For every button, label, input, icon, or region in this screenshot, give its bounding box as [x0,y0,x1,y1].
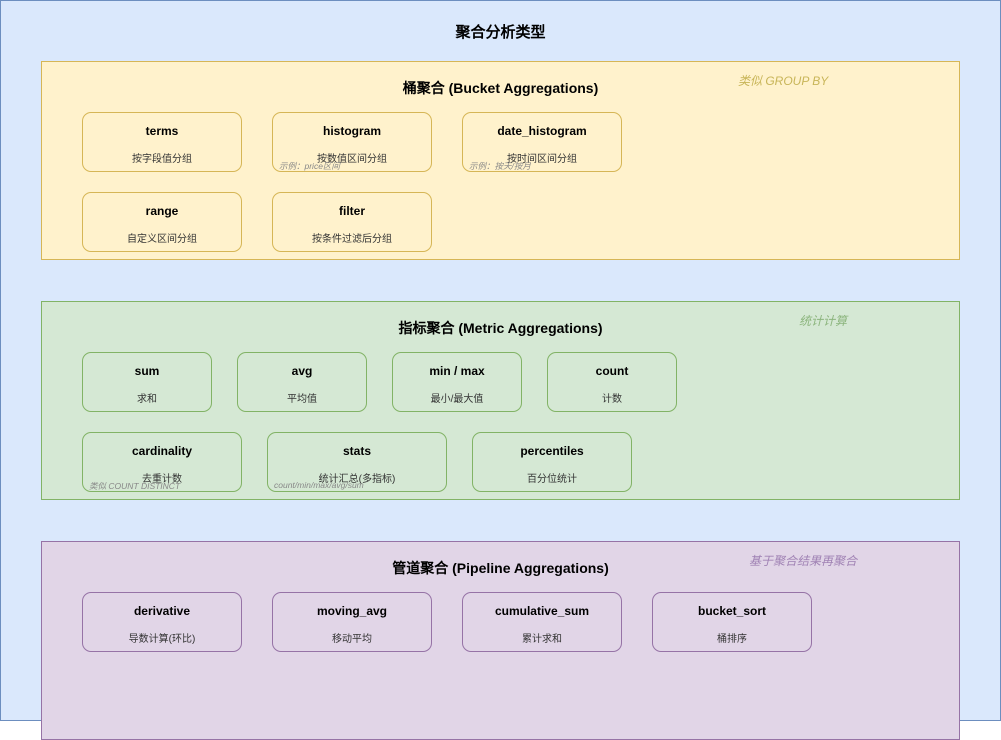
metric-card: avg 平均值 [237,352,367,412]
card-name: cumulative_sum [494,604,590,618]
card-note: 示例：按天/按月 [469,161,531,171]
card-name: filter [338,204,365,218]
card-name: date_histogram [497,124,587,138]
card-description: 移动平均 [332,634,372,645]
pipeline-card: cumulative_sum 累计求和 [462,592,622,652]
card-description: 百分位统计 [527,474,577,485]
card-name: avg [291,364,313,378]
bucket-card: filter 按条件过滤后分组 [272,192,432,252]
card-description: 自定义区间分组 [127,234,197,245]
bucket-card: range 自定义区间分组 [82,192,242,252]
card-description: 求和 [137,394,157,405]
metric-card: min / max 最小/最大值 [392,352,522,412]
card-description: 导数计算(环比) [128,634,196,645]
metric-card: percentiles 百分位统计 [472,432,632,492]
metric-card: count 计数 [547,352,677,412]
diagram-title: 聚合分析类型 [455,24,546,41]
card-name: stats [342,444,371,458]
metric-card: sum 求和 [82,352,212,412]
card-name: count [595,364,629,378]
pipeline-card: moving_avg 移动平均 [272,592,432,652]
card-description: 按条件过滤后分组 [312,234,392,245]
card-name: min / max [429,364,485,378]
metric-card: cardinality 去重计数 类似 COUNT DISTINCT [82,432,242,492]
bucket-card: date_histogram 按时间区间分组 示例：按天/按月 [462,112,622,172]
card-note: 类似 COUNT DISTINCT [89,481,181,491]
pipeline-section-note: 基于聚合结果再聚合 [749,554,858,568]
metric-section-note: 统计计算 [799,314,848,328]
bucket-card: histogram 按数值区间分组 示例：price区间 [272,112,432,172]
pipeline-section: 管道聚合 (Pipeline Aggregations) 基于聚合结果再聚合 der… [41,541,960,740]
card-name: derivative [133,604,191,618]
bucket-section: 桶聚合 (Bucket Aggregations) 类似 GROUP BY term… [41,61,960,260]
card-note: count/min/max/avg/sum [274,480,364,490]
card-name: histogram [322,124,381,138]
diagram-canvas: 聚合分析类型 桶聚合 (Bucket Aggregations) 类似 GROUP… [0,0,1001,740]
card-name: percentiles [520,444,584,458]
card-name: terms [145,124,179,138]
card-name: range [145,204,179,218]
card-description: 计数 [602,394,622,405]
card-name: cardinality [131,444,193,458]
card-name: bucket_sort [697,604,767,618]
card-description: 按字段值分组 [132,154,192,165]
card-description: 最小/最大值 [430,394,484,405]
metric-card: stats 统计汇总(多指标) count/min/max/avg/sum [267,432,447,492]
card-description: 累计求和 [522,634,562,645]
pipeline-card: bucket_sort 桶排序 [652,592,812,652]
metric-section: 指标聚合 (Metric Aggregations) 统计计算 sum 求和 avg 平均… [41,301,960,500]
card-note: 示例：price区间 [279,161,340,171]
bucket-section-note: 类似 GROUP BY [738,74,829,88]
card-description: 平均值 [287,394,317,405]
card-name: sum [134,364,160,378]
pipeline-card: derivative 导数计算(环比) [82,592,242,652]
card-name: moving_avg [316,604,388,618]
card-description: 桶排序 [717,634,747,645]
bucket-card: terms 按字段值分组 [82,112,242,172]
